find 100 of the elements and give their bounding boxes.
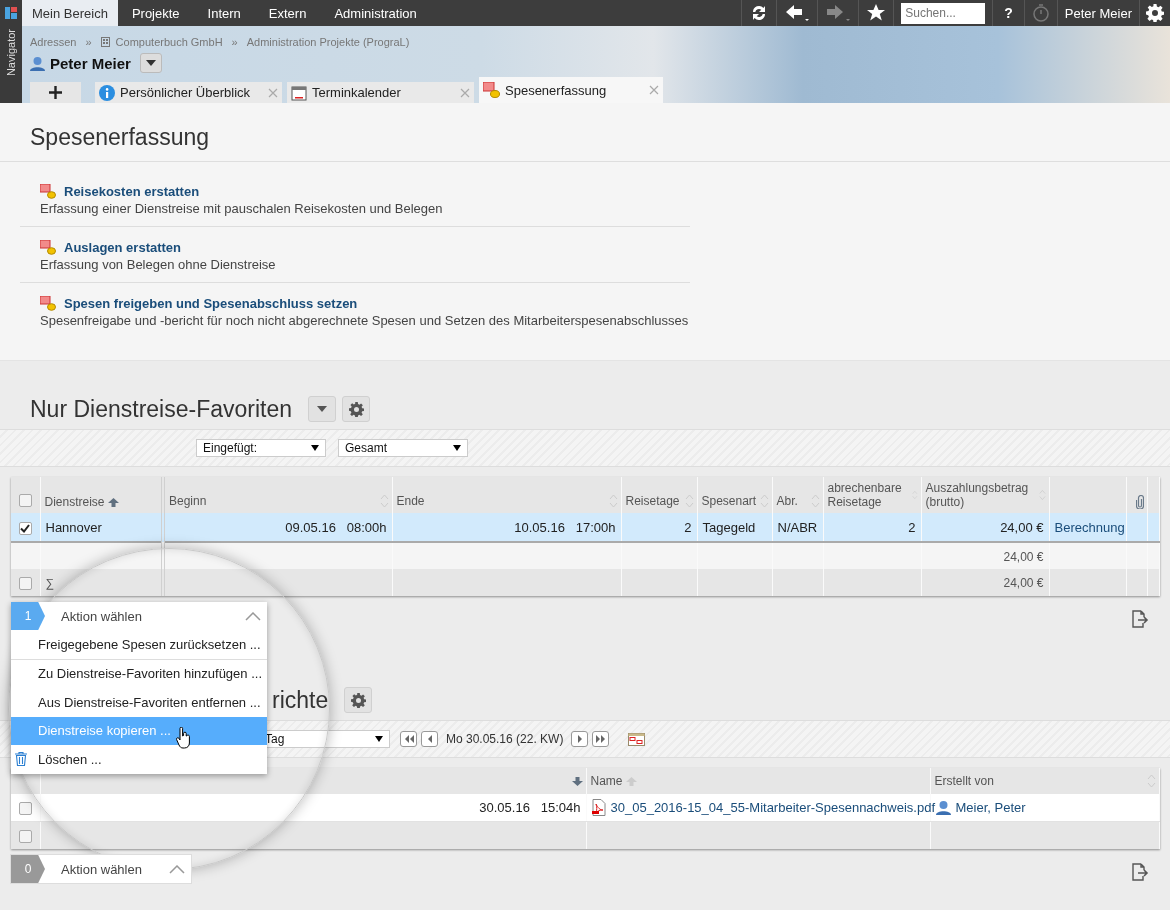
column-header[interactable]: Ende (392, 477, 621, 513)
action-menu[interactable]: 1 Aktion wählen Freigegebene Spesen zurücksetzen ... Zu Dienstreise-Favoriten hinzufügen ... Aus Dienstreise-Favoriten entfernen ... Dienstreise kopieren ... Löschen ... (11, 602, 267, 774)
table-row[interactable]: Hannover 09.05.16 08:00h 10.05.16 17:00h 2 Tagegeld N/ABR 2 24,00 € Berechnung (11, 513, 1160, 542)
pdf-file-icon (591, 799, 606, 816)
action-description: Erfassung einer Dienstreise mit pauschalen Reisekosten und Belegen (40, 201, 444, 216)
selection-count-badge: 0 (11, 855, 45, 883)
caret-icon (375, 736, 383, 742)
column-header[interactable]: Reisetage (621, 477, 697, 513)
section-title: richte (272, 686, 329, 714)
star-icon[interactable] (866, 3, 887, 23)
column-header[interactable]: Name (586, 768, 930, 794)
action-link[interactable]: Reisekosten erstatten (64, 184, 200, 199)
table-cell: 09.05.16 08:00h (285, 519, 387, 535)
left-icon (426, 735, 433, 743)
action-menu-label: Aktion wählen (60, 608, 143, 624)
menu-tab[interactable]: Intern (193, 0, 255, 26)
table-cell: N/ABR (777, 519, 818, 535)
action-menu[interactable]: 0 Aktion wählen (11, 855, 191, 883)
table-cell: Hannover (45, 519, 102, 535)
first-page-button[interactable] (400, 731, 417, 747)
app-logo-icon[interactable] (5, 7, 17, 19)
right-icon (576, 735, 583, 743)
menu-tab[interactable]: Administration (320, 0, 431, 26)
date-label: Mo 30.05.16 (22. KW) (446, 732, 564, 746)
caret-icon (311, 445, 319, 451)
action-link[interactable]: Spesen freigeben und Spesenabschluss setzen (64, 296, 358, 311)
table-cell: 24,00 € (1000, 519, 1044, 535)
sum-symbol: ∑ (45, 576, 55, 590)
caret-icon (453, 445, 461, 451)
export-icon[interactable] (1130, 610, 1150, 628)
person-icon (30, 55, 45, 71)
dropdown-button[interactable] (308, 396, 337, 422)
double-left-icon (403, 735, 414, 743)
file-link[interactable]: 30_05_2016-15_04_55-Mitarbeiter-Spesennachweis.pdf (610, 800, 935, 815)
paperclip-icon (1135, 495, 1144, 509)
expenses-icon (40, 240, 56, 255)
settings-button[interactable] (342, 396, 371, 422)
column-header[interactable] (1126, 477, 1147, 513)
navigator-label: Navigator (5, 29, 17, 77)
breadcrumb-separator: » (231, 36, 238, 48)
column-header[interactable]: Beginn (163, 477, 392, 513)
next-button[interactable] (571, 731, 589, 747)
table-cell: 10.05.16 17:00h (514, 519, 616, 535)
page-tab[interactable]: Spesenerfassung (479, 77, 663, 103)
menu-tab[interactable]: Projekte (117, 0, 194, 26)
chevron-up-icon[interactable] (245, 611, 261, 621)
column-header[interactable]: abrechenbare Reisetage (823, 477, 921, 513)
user-name-link[interactable]: Peter Meier (1064, 5, 1132, 21)
person-icon (935, 800, 951, 815)
menu-item[interactable]: Aus Dienstreise-Favoriten entfernen ... (11, 688, 267, 717)
search-field[interactable]: Suchen... (901, 2, 986, 24)
gear-icon (350, 692, 366, 708)
menu-item[interactable]: Löschen ... (11, 745, 267, 774)
expenses-icon (483, 82, 500, 98)
menu-tab[interactable]: Mein Bereich (22, 0, 118, 26)
schedule-icon[interactable] (628, 732, 646, 746)
checkbox[interactable] (18, 830, 32, 844)
previous-button[interactable] (421, 731, 438, 747)
help-button[interactable]: ? (1000, 5, 1017, 21)
selection-count-badge: 1 (11, 602, 45, 630)
action-description: Spesenfreigabe und -bericht für noch nicht abgerechnete Spesen und Setzen des Mitarbeiterspesenabschlusses (40, 313, 690, 328)
action-description: Erfassung von Belegen ohne Dienstreise (40, 257, 277, 272)
column-header[interactable]: Abr. (772, 477, 823, 513)
export-icon[interactable] (1130, 863, 1150, 881)
table-cell: 30.05.16 15:04h (479, 800, 581, 815)
page-tab[interactable]: Terminkalender (287, 82, 474, 103)
author-name: Meier, Peter (955, 800, 1026, 815)
caret-icon (145, 60, 156, 66)
column-header[interactable]: Dienstreise (40, 477, 163, 513)
back-arrow-icon[interactable] (784, 3, 811, 23)
expenses-icon (40, 184, 56, 199)
navigator-panel[interactable]: Navigator (0, 0, 22, 103)
plus-icon (49, 86, 62, 99)
settings-icon[interactable] (1146, 4, 1164, 22)
menu-tab[interactable]: Extern (254, 0, 321, 26)
settings-button[interactable] (344, 687, 373, 713)
chevron-up-icon[interactable] (169, 864, 185, 874)
subtotal-value: 24,00 € (1003, 549, 1044, 564)
filter-select[interactable]: Eingefügt: (196, 439, 326, 457)
checkbox[interactable] (18, 802, 32, 816)
last-page-button[interactable] (592, 731, 610, 747)
action-link[interactable]: Auslagen erstatten (64, 240, 182, 255)
column-header[interactable]: Erstellt von (930, 768, 1160, 794)
checkbox[interactable] (18, 577, 32, 591)
dropdown-button[interactable] (139, 53, 162, 73)
page-tab[interactable]: Persönlicher Überblick (95, 82, 282, 103)
checkbox[interactable] (18, 494, 32, 507)
table-cell: Tagegeld (702, 519, 756, 535)
checkbox[interactable] (18, 521, 32, 535)
person-title: Peter Meier (50, 54, 131, 72)
menu-item[interactable]: Freigegebene Spesen zurücksetzen ... (11, 630, 267, 660)
add-tab-button[interactable] (30, 82, 81, 103)
caret-icon (317, 406, 328, 412)
menu-item[interactable]: Zu Dienstreise-Favoriten hinzufügen ... (11, 659, 267, 688)
column-header[interactable]: Spesenart (697, 477, 772, 513)
filter-select[interactable]: Gesamt (338, 439, 468, 457)
expenses-icon (40, 296, 56, 311)
table-cell: 2 (684, 519, 692, 535)
column-header[interactable]: Auszahlungsbetrag (brutto) (921, 477, 1049, 513)
table-cell: 2 (908, 519, 916, 535)
